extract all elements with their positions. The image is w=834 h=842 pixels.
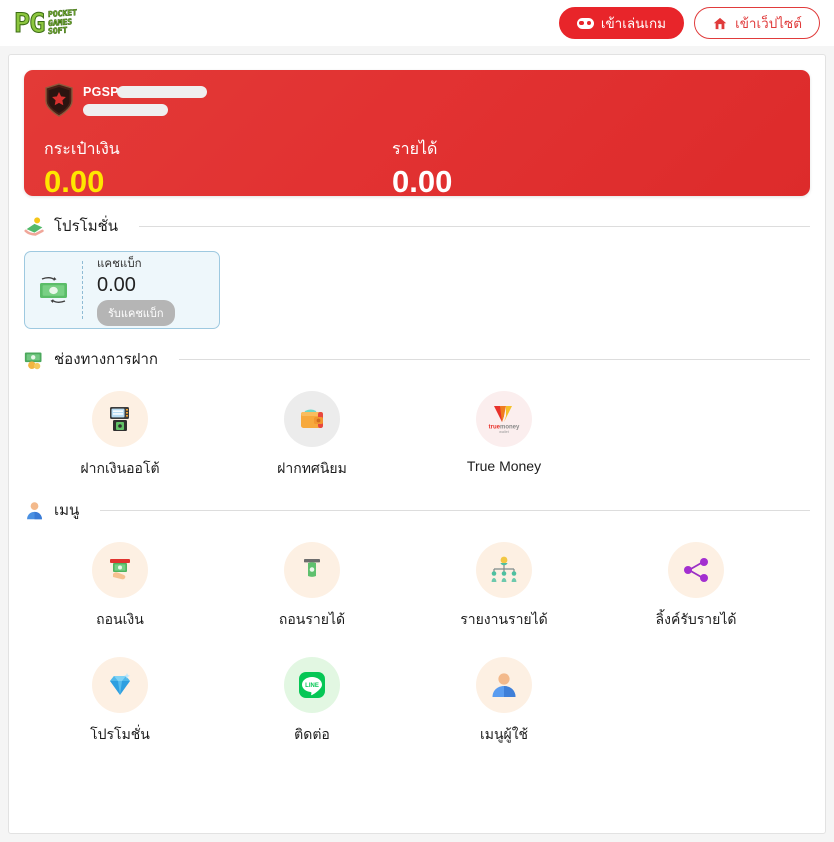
cashback-divider [82, 261, 83, 319]
cashback-body: แคชแบ็ก 0.00 รับแคชแบ็ก [93, 255, 175, 326]
deposit-divider [179, 358, 810, 360]
menu-item-income-link[interactable]: ลิ้งค์รับรายได้ [600, 542, 792, 631]
enter-website-button[interactable]: เข้าเว็ปไซต์ [694, 7, 820, 39]
menu-label-user-menu: เมนูผู้ใช้ [479, 726, 529, 742]
menu-item-contact[interactable]: LINE ติดต่อ [216, 657, 408, 746]
member-shield-icon [45, 83, 73, 117]
home-icon [713, 17, 727, 29]
menu-label-promotion: โปรโมชั่น [90, 726, 150, 742]
menu-item-withdraw-income[interactable]: ถอนรายได้ [216, 542, 408, 631]
menu-divider [100, 509, 810, 511]
deposit-title: ช่องทางการฝาก [54, 351, 159, 368]
menu-label-withdraw-income: ถอนรายได้ [278, 611, 346, 627]
user-identity: PGSP [83, 83, 207, 121]
withdraw-cash-icon [92, 542, 148, 598]
play-game-button[interactable]: เข้าเล่นเกม [558, 7, 685, 39]
main-panel: PGSP กระเป๋าเงิน 0.00 รายได้ 0.00 โปรโมช… [8, 54, 826, 834]
deposit-section: ช่องทางการฝาก ฝากเงินออโต้ ฝากทศนิยม tru… [24, 347, 810, 480]
menu-grid-row1: ถอนเงิน ถอนรายได้ รายงานรายได้ ลิ้งค์รับ… [24, 542, 810, 631]
wallet-value: 0.00 [44, 164, 105, 196]
pg-soft-logo: PG POCKET GAMES SOFT [14, 7, 77, 39]
svg-text:LINE: LINE [305, 683, 319, 689]
menu-item-promotion[interactable]: โปรโมชั่น [24, 657, 216, 746]
withdraw-income-icon [284, 542, 340, 598]
account-redaction-bar [83, 104, 168, 116]
cashback-value: 0.00 [97, 273, 136, 296]
deposit-item-auto[interactable]: ฝากเงินออโต้ [24, 391, 216, 480]
promotion-section: โปรโมชั่น แคชแบ็ก 0.00 รับแคชแบ็ก [24, 214, 810, 329]
user-profile-icon [476, 657, 532, 713]
cashback-money-icon [40, 277, 67, 303]
menu-item-withdraw-cash[interactable]: ถอนเงิน [24, 542, 216, 631]
truemoney-logo-icon: truemoney wallet [476, 391, 532, 447]
wallet-label: กระเป๋าเงิน [44, 141, 120, 158]
balance-card: PGSP กระเป๋าเงิน 0.00 รายได้ 0.00 [24, 70, 810, 196]
deposit-heading: ช่องทางการฝาก [24, 347, 810, 371]
deposit-item-truemoney[interactable]: truemoney wallet True Money [408, 391, 600, 480]
deposit-label-decimal: ฝากทศนิยม [277, 460, 347, 476]
wallet-block: กระเป๋าเงิน 0.00 [44, 137, 392, 196]
money-hand-icon [24, 216, 44, 236]
income-label: รายได้ [392, 141, 438, 158]
menu-label-income-link: ลิ้งค์รับรายได้ [655, 611, 737, 627]
deposit-label-auto: ฝากเงินออโต้ [80, 460, 160, 476]
svg-text:wallet: wallet [499, 430, 510, 434]
promotion-title: โปรโมชั่น [54, 218, 119, 235]
logo-word-soft: SOFT [47, 25, 67, 37]
header-actions: เข้าเล่นเกม เข้าเว็ปไซต์ [558, 7, 820, 39]
menu-label-contact: ติดต่อ [294, 726, 330, 742]
logo-pg-text: PG [14, 7, 46, 39]
menu-grid-row2: โปรโมชั่น LINE ติดต่อ เมนูผู้ใช้ [24, 657, 810, 746]
menu-label-income-report: รายงานรายได้ [460, 611, 548, 627]
atm-machine-icon [92, 391, 148, 447]
income-block: รายได้ 0.00 [392, 137, 452, 196]
income-value: 0.00 [392, 164, 453, 196]
user-row: PGSP [44, 83, 792, 125]
share-link-icon [668, 542, 724, 598]
cashback-label: แคชแบ็ก [97, 257, 142, 270]
menu-heading: เมนู [24, 498, 810, 522]
balance-values: กระเป๋าเงิน 0.00 รายได้ 0.00 [44, 137, 792, 196]
logo-wordmark: POCKET GAMES SOFT [47, 8, 77, 37]
menu-item-income-report[interactable]: รายงานรายได้ [408, 542, 600, 631]
username-redaction-bar [116, 86, 207, 98]
menu-section: เมนู ถอนเงิน ถอนรายได้ รายงานรายได้ ลิ้ง… [24, 498, 810, 746]
play-game-label: เข้าเล่นเกม [600, 16, 667, 31]
claim-cashback-button[interactable]: รับแคชแบ็ก [97, 299, 175, 326]
page-background: PGSP กระเป๋าเงิน 0.00 รายได้ 0.00 โปรโมช… [0, 46, 834, 842]
promotion-divider [139, 225, 810, 227]
promotion-heading: โปรโมชั่น [24, 214, 810, 238]
enter-website-label: เข้าเว็ปไซต์ [735, 16, 802, 31]
deposit-label-truemoney: True Money [466, 458, 542, 474]
menu-label-withdraw-cash: ถอนเงิน [96, 611, 144, 627]
line-chat-icon: LINE [284, 657, 340, 713]
network-report-icon [476, 542, 532, 598]
username-text: PGSP [83, 85, 119, 99]
diamond-icon [92, 657, 148, 713]
user-avatar-icon [27, 501, 42, 519]
app-header: PG POCKET GAMES SOFT เข้าเล่นเกม เข้าเว็… [0, 0, 834, 46]
cash-coins-icon [24, 352, 42, 369]
deposit-item-decimal[interactable]: ฝากทศนิยม [216, 391, 408, 480]
deposit-grid: ฝากเงินออโต้ ฝากทศนิยม truemoney wallet … [24, 391, 810, 480]
menu-item-user-menu[interactable]: เมนูผู้ใช้ [408, 657, 600, 746]
gamepad-icon [576, 17, 594, 29]
wallet-icon [284, 391, 340, 447]
menu-title: เมนู [54, 502, 80, 519]
cashback-card[interactable]: แคชแบ็ก 0.00 รับแคชแบ็ก [24, 251, 220, 329]
username-line: PGSP [83, 85, 207, 99]
